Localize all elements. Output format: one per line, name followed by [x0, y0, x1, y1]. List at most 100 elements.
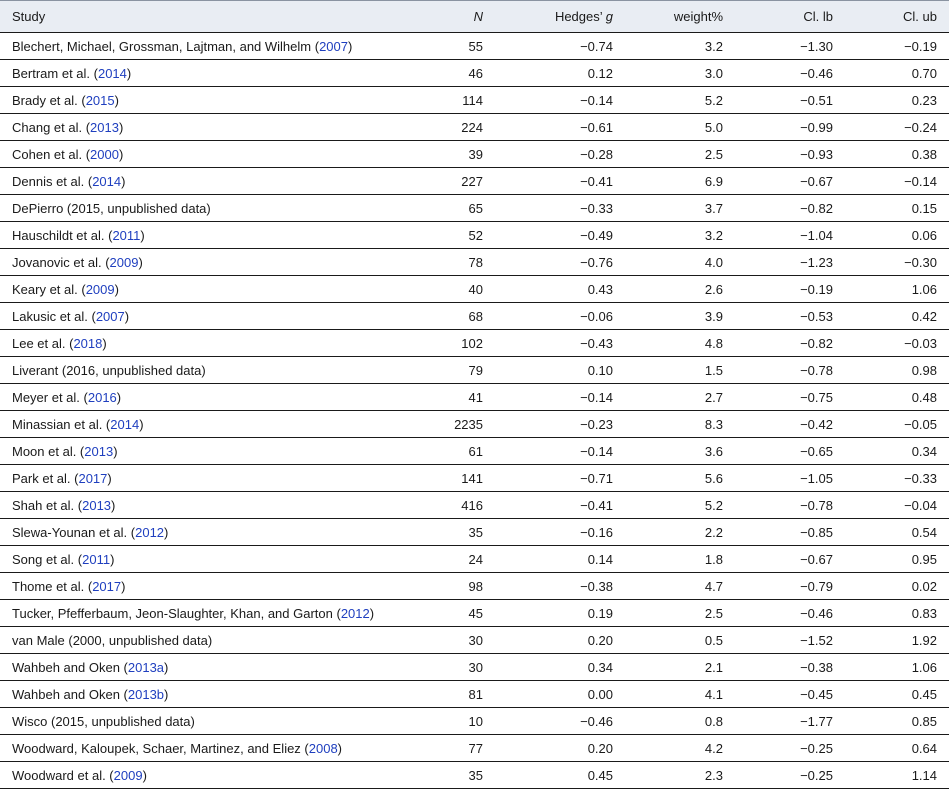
cl-lb-cell: −1.30 [735, 32, 845, 60]
study-name-close: ) [116, 389, 122, 405]
study-name-close: ) [118, 119, 124, 135]
study-cell: Lee et al. (2018) [0, 329, 410, 357]
study-cell: Minassian et al. (2014) [0, 410, 410, 438]
citation-link[interactable]: 2013 [82, 498, 111, 513]
citation-link[interactable]: 2011 [82, 552, 110, 567]
hedges-g-cell: 0.45 [495, 761, 625, 789]
study-cell: Cohen et al. (2000) [0, 140, 410, 168]
study-cell: Moon et al. (2013) [0, 437, 410, 465]
citation-link[interactable]: 2013b [128, 687, 164, 702]
weight-cell: 2.3 [625, 761, 735, 789]
citation-link[interactable]: 2018 [73, 336, 102, 351]
header-study: Study [0, 0, 410, 33]
n-cell: 30 [410, 626, 495, 654]
study-name-close: ) [102, 335, 107, 351]
weight-cell: 2.2 [625, 518, 735, 546]
study-name: Tucker, Pfefferbaum, Jeon-Slaughter, Kha… [12, 605, 341, 621]
citation-link[interactable]: 2009 [114, 768, 143, 783]
citation-link[interactable]: 2012 [135, 525, 164, 540]
n-cell: 78 [410, 248, 495, 276]
study-name: van Male (2000, unpublished data) [12, 632, 213, 648]
hedges-g-cell: 0.20 [495, 734, 625, 762]
n-cell: 77 [410, 734, 495, 762]
cl-lb-cell: −0.25 [735, 761, 845, 789]
study-cell: Brady et al. (2015) [0, 86, 410, 114]
study-name: Cohen et al. ( [12, 146, 91, 162]
citation-link[interactable]: 2007 [319, 39, 348, 54]
cl-ub-cell: −0.03 [845, 329, 949, 357]
citation-link[interactable]: 2008 [309, 741, 338, 756]
study-name: Bertram et al. ( [12, 65, 98, 81]
citation-link[interactable]: 2011 [112, 228, 140, 243]
n-cell: 224 [410, 113, 495, 141]
weight-cell: 4.2 [625, 734, 735, 762]
study-name: Keary et al. ( [12, 281, 86, 297]
citation-link[interactable]: 2012 [341, 606, 370, 621]
cl-ub-cell: 0.15 [845, 194, 949, 222]
citation-link[interactable]: 2017 [78, 471, 107, 486]
hedges-g-cell: −0.23 [495, 410, 625, 438]
hedges-g-cell: −0.49 [495, 221, 625, 249]
hedges-g-cell: −0.16 [495, 518, 625, 546]
header-hedges-g: Hedges’ g [495, 0, 625, 33]
cl-ub-cell: 0.48 [845, 383, 949, 411]
study-name-close: ) [164, 524, 169, 540]
cl-ub-cell: 0.45 [845, 680, 949, 708]
table-row: Lakusic et al. (2007) 68 −0.06 3.9 −0.53 0.42 [0, 302, 949, 330]
citation-link[interactable]: 2014 [98, 66, 127, 81]
table-row: Lee et al. (2018) 102 −0.43 4.8 −0.82 −0.03 [0, 329, 949, 357]
n-cell: 39 [410, 140, 495, 168]
citation-link[interactable]: 2013 [90, 120, 119, 135]
table-row: Meyer et al. (2016) 41 −0.14 2.7 −0.75 0.48 [0, 383, 949, 411]
cl-lb-cell: −0.67 [735, 545, 845, 573]
citation-link[interactable]: 2013a [128, 660, 164, 675]
weight-cell: 3.9 [625, 302, 735, 330]
cl-lb-cell: −0.99 [735, 113, 845, 141]
weight-cell: 3.7 [625, 194, 735, 222]
citation-link[interactable]: 2007 [96, 309, 125, 324]
hedges-g-cell: −0.14 [495, 437, 625, 465]
table-row: Keary et al. (2009) 40 0.43 2.6 −0.19 1.06 [0, 275, 949, 303]
study-name-close: ) [140, 227, 145, 243]
n-cell: 40 [410, 275, 495, 303]
table-row: Jovanovic et al. (2009) 78 −0.76 4.0 −1.23 −0… [0, 248, 949, 276]
weight-cell: 2.5 [625, 599, 735, 627]
study-name-close: ) [126, 65, 132, 81]
n-cell: 52 [410, 221, 495, 249]
cl-lb-cell: −1.23 [735, 248, 845, 276]
study-name-close: ) [164, 686, 169, 702]
citation-link[interactable]: 2016 [88, 390, 117, 405]
citation-link[interactable]: 2014 [110, 417, 139, 432]
n-cell: 35 [410, 518, 495, 546]
n-cell: 141 [410, 464, 495, 492]
table-row: Hauschildt et al. (2011) 52 −0.49 3.2 −1.04 0… [0, 221, 949, 249]
hedges-g-cell: −0.41 [495, 491, 625, 519]
n-cell: 61 [410, 437, 495, 465]
study-name-close: ) [369, 605, 375, 621]
table-row: Dennis et al. (2014) 227 −0.41 6.9 −0.67 −0.1… [0, 167, 949, 195]
n-cell: 55 [410, 32, 495, 60]
cl-ub-cell: 1.06 [845, 275, 949, 303]
citation-link[interactable]: 2017 [92, 579, 121, 594]
citation-link[interactable]: 2009 [110, 255, 139, 270]
cl-ub-cell: 0.98 [845, 356, 949, 384]
study-cell: Wisco (2015, unpublished data) [0, 707, 410, 735]
cl-lb-cell: −0.93 [735, 140, 845, 168]
study-cell: Thome et al. (2017) [0, 572, 410, 600]
table-row: Slewa-Younan et al. (2012) 35 −0.16 2.2 −0.8… [0, 518, 949, 546]
cl-ub-cell: −0.33 [845, 464, 949, 492]
cl-ub-cell: −0.30 [845, 248, 949, 276]
citation-link[interactable]: 2014 [92, 174, 121, 189]
study-cell: Park et al. (2017) [0, 464, 410, 492]
table-row: Wahbeh and Oken (2013a) 30 0.34 2.1 −0.38 1.0… [0, 653, 949, 681]
citation-link[interactable]: 2015 [86, 93, 115, 108]
cl-lb-cell: −0.25 [735, 734, 845, 762]
weight-cell: 5.0 [625, 113, 735, 141]
study-name-close: ) [138, 254, 143, 270]
header-hedges-prefix: Hedges’ [554, 9, 606, 24]
citation-link[interactable]: 2009 [86, 282, 115, 297]
study-name-close: ) [118, 146, 124, 162]
table-row: Song et al. (2011) 24 0.14 1.8 −0.67 0.95 [0, 545, 949, 573]
citation-link[interactable]: 2000 [90, 147, 119, 162]
citation-link[interactable]: 2013 [84, 444, 113, 459]
